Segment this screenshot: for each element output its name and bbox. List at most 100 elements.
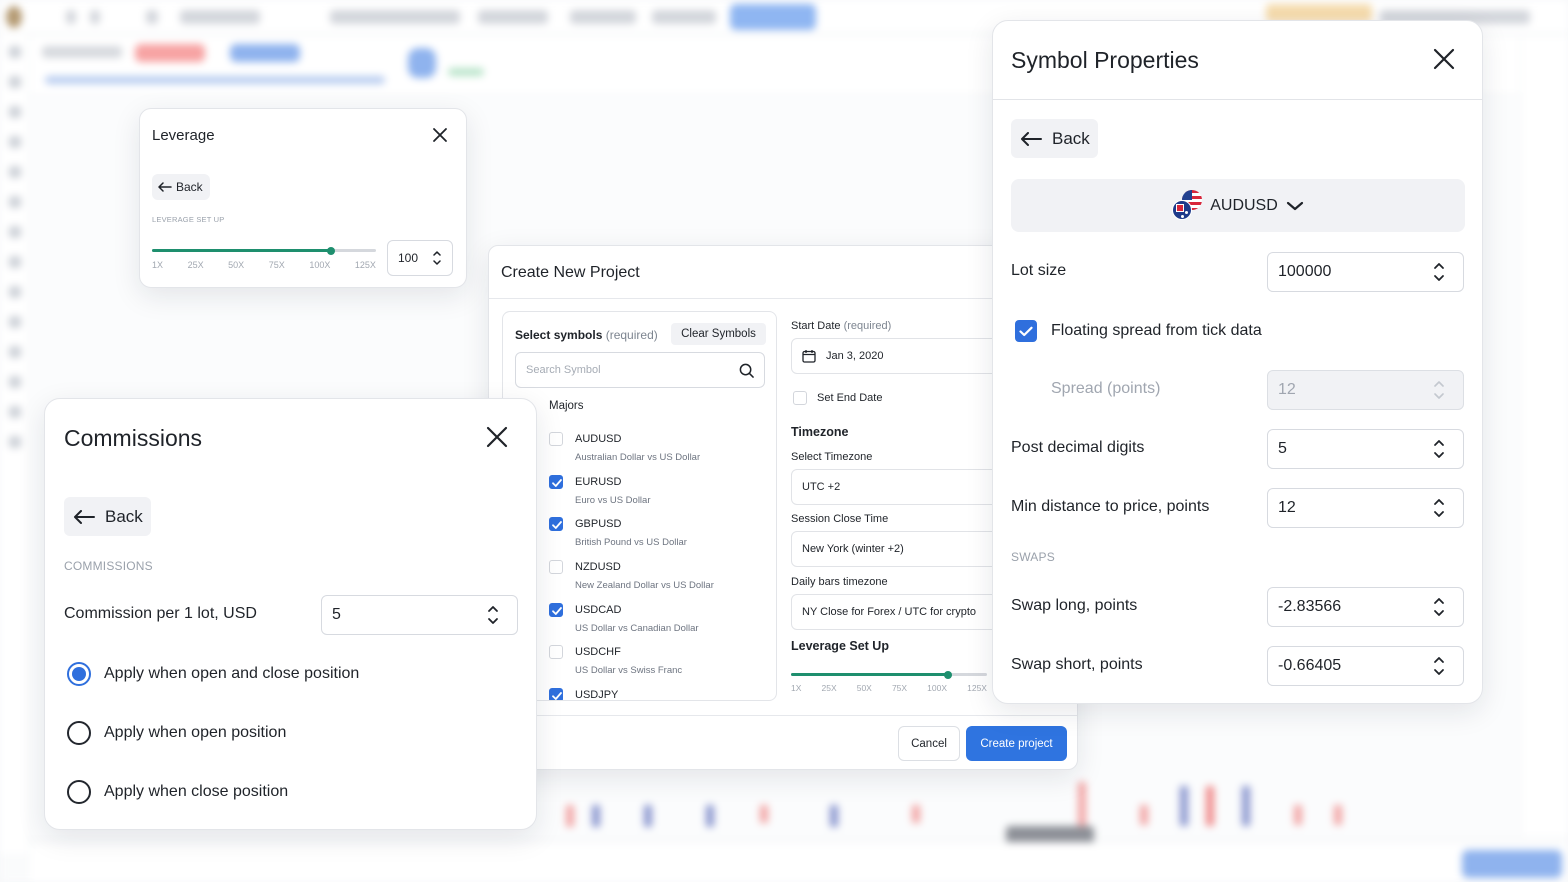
radio-button[interactable]: [67, 780, 91, 804]
symbol-item[interactable]: AUDUSD Australian Dollar vs US Dollar: [549, 430, 769, 473]
back-label: Back: [1052, 128, 1090, 148]
session-close-select[interactable]: New York (winter +2): [791, 531, 1001, 567]
stepper-arrows[interactable]: [1433, 437, 1445, 461]
search-icon[interactable]: [739, 363, 754, 378]
candle: [592, 805, 600, 827]
tick-label: 75X: [268, 260, 285, 270]
cancel-button[interactable]: Cancel: [898, 726, 960, 761]
timezone-select[interactable]: UTC +2: [791, 469, 1001, 505]
slider-thumb[interactable]: [327, 246, 336, 255]
radio-option[interactable]: Apply when close position: [67, 780, 288, 804]
symbol-item[interactable]: NZDUSD New Zealand Dollar vs US Dollar: [549, 558, 769, 601]
symbol-group-majors[interactable]: Majors: [549, 400, 584, 412]
candle: [830, 805, 838, 827]
start-date-label: Start Date (required): [791, 320, 891, 332]
symbol-code: USDJPY: [575, 689, 619, 701]
radio-option[interactable]: Apply when open position: [67, 721, 286, 745]
symbol-code: AUDUSD: [575, 433, 622, 445]
stepper-value: 100000: [1278, 263, 1332, 280]
candle: [706, 805, 714, 827]
symbol-selector-panel: Select symbols (required) Clear Symbols …: [502, 311, 777, 701]
close-icon: [433, 128, 447, 142]
search-symbol-field[interactable]: [515, 352, 765, 388]
symbol-checkbox[interactable]: [549, 432, 563, 446]
tick-label: 100X: [927, 683, 948, 693]
chevron-down-icon: [1286, 201, 1303, 210]
dialog-title: Leverage: [152, 127, 215, 144]
symbol-item[interactable]: EURUSD Euro vs US Dollar: [549, 473, 769, 516]
radio-option[interactable]: Apply when open and close position: [67, 662, 359, 686]
daily-bars-select[interactable]: NY Close for Forex / UTC for crypto: [791, 594, 1001, 630]
floating-spread-label: Floating spread from tick data: [1051, 322, 1262, 339]
tick-label: 100X: [309, 260, 331, 270]
post-decimal-label: Post decimal digits: [1011, 439, 1145, 456]
toolbar-primary-button: [730, 4, 816, 30]
candle: [644, 805, 652, 827]
candle: [1078, 782, 1086, 826]
candle: [1294, 805, 1302, 825]
symbol-item[interactable]: USDJPY: [549, 686, 769, 701]
stepper-arrows[interactable]: [432, 249, 442, 267]
section-caption: LEVERAGE SET UP: [152, 215, 225, 224]
timezone-heading: Timezone: [791, 425, 849, 439]
search-input[interactable]: [526, 364, 739, 376]
swap-short-row: Swap short, points -0.66405: [1011, 646, 1465, 686]
start-date-field[interactable]: Jan 3, 2020: [791, 338, 1001, 374]
stepper-arrows[interactable]: [487, 603, 499, 627]
buy-button: [230, 44, 300, 62]
divider: [489, 715, 1077, 716]
leverage-slider[interactable]: [791, 670, 987, 679]
symbol-checkbox[interactable]: [549, 688, 563, 700]
back-button[interactable]: Back: [152, 174, 210, 200]
radio-button[interactable]: [67, 662, 91, 686]
stepper-arrows[interactable]: [1433, 496, 1445, 520]
symbol-checkbox[interactable]: [549, 474, 563, 489]
swap-short-stepper[interactable]: -0.66405: [1267, 646, 1464, 686]
min-distance-stepper[interactable]: 12: [1267, 488, 1464, 528]
swap-long-stepper[interactable]: -2.83566: [1267, 587, 1464, 627]
lot-size-stepper[interactable]: 100000: [1267, 252, 1464, 292]
create-project-dialog: Create New Project Select symbols (requi…: [488, 245, 1078, 770]
back-button[interactable]: Back: [1011, 119, 1098, 158]
close-button[interactable]: [1433, 48, 1455, 70]
toolbar-icon: [146, 10, 158, 24]
chart-header-link: [45, 76, 385, 84]
stepper-arrows[interactable]: [1433, 654, 1445, 678]
floating-spread-checkbox[interactable]: [1015, 320, 1037, 342]
leverage-slider[interactable]: [152, 246, 376, 255]
symbol-item[interactable]: USDCHF US Dollar vs Swiss Franc: [549, 643, 769, 686]
symbol-checkbox[interactable]: [549, 602, 563, 617]
leverage-stepper[interactable]: 100: [387, 240, 453, 276]
tick-label: 50X: [856, 683, 872, 693]
radio-button[interactable]: [67, 721, 91, 745]
set-end-date-checkbox[interactable]: [793, 391, 807, 405]
symbol-dropdown[interactable]: AUDUSD: [1011, 179, 1465, 232]
selected-symbol: AUDUSD: [1210, 196, 1278, 214]
slider-thumb[interactable]: [943, 670, 952, 679]
section-caption: COMMISSIONS: [64, 559, 153, 573]
symbol-checkbox[interactable]: [549, 560, 563, 575]
chevron-up-down-icon: [1434, 263, 1444, 281]
symbol-item[interactable]: USDCAD US Dollar vs Canadian Dollar: [549, 601, 769, 644]
symbol-item[interactable]: GBPUSD British Pound vs US Dollar: [549, 515, 769, 558]
create-project-button[interactable]: Create project: [966, 726, 1067, 761]
post-decimal-stepper[interactable]: 5: [1267, 429, 1464, 469]
symbol-checkbox[interactable]: [549, 517, 563, 532]
symbol-list: AUDUSD Australian Dollar vs US Dollar EU…: [549, 430, 769, 701]
commission-stepper[interactable]: 5: [321, 595, 518, 635]
back-label: Back: [176, 180, 203, 194]
tick-label: 125X: [354, 260, 376, 270]
dialog-title: Symbol Properties: [1011, 47, 1199, 73]
back-button[interactable]: Back: [64, 497, 151, 536]
check-icon: [552, 692, 562, 700]
stepper-arrows[interactable]: [1433, 595, 1445, 619]
close-button[interactable]: [432, 127, 448, 143]
symbol-description: New Zealand Dollar vs US Dollar: [575, 580, 714, 592]
chevron-up-down-icon: [1434, 381, 1444, 399]
label-text: Select symbols: [515, 328, 603, 342]
stepper-arrows[interactable]: [1433, 260, 1445, 284]
symbol-checkbox[interactable]: [549, 645, 563, 660]
sell-button: [135, 44, 205, 62]
close-button[interactable]: [486, 426, 508, 448]
clear-symbols-button[interactable]: Clear Symbols: [671, 323, 766, 345]
